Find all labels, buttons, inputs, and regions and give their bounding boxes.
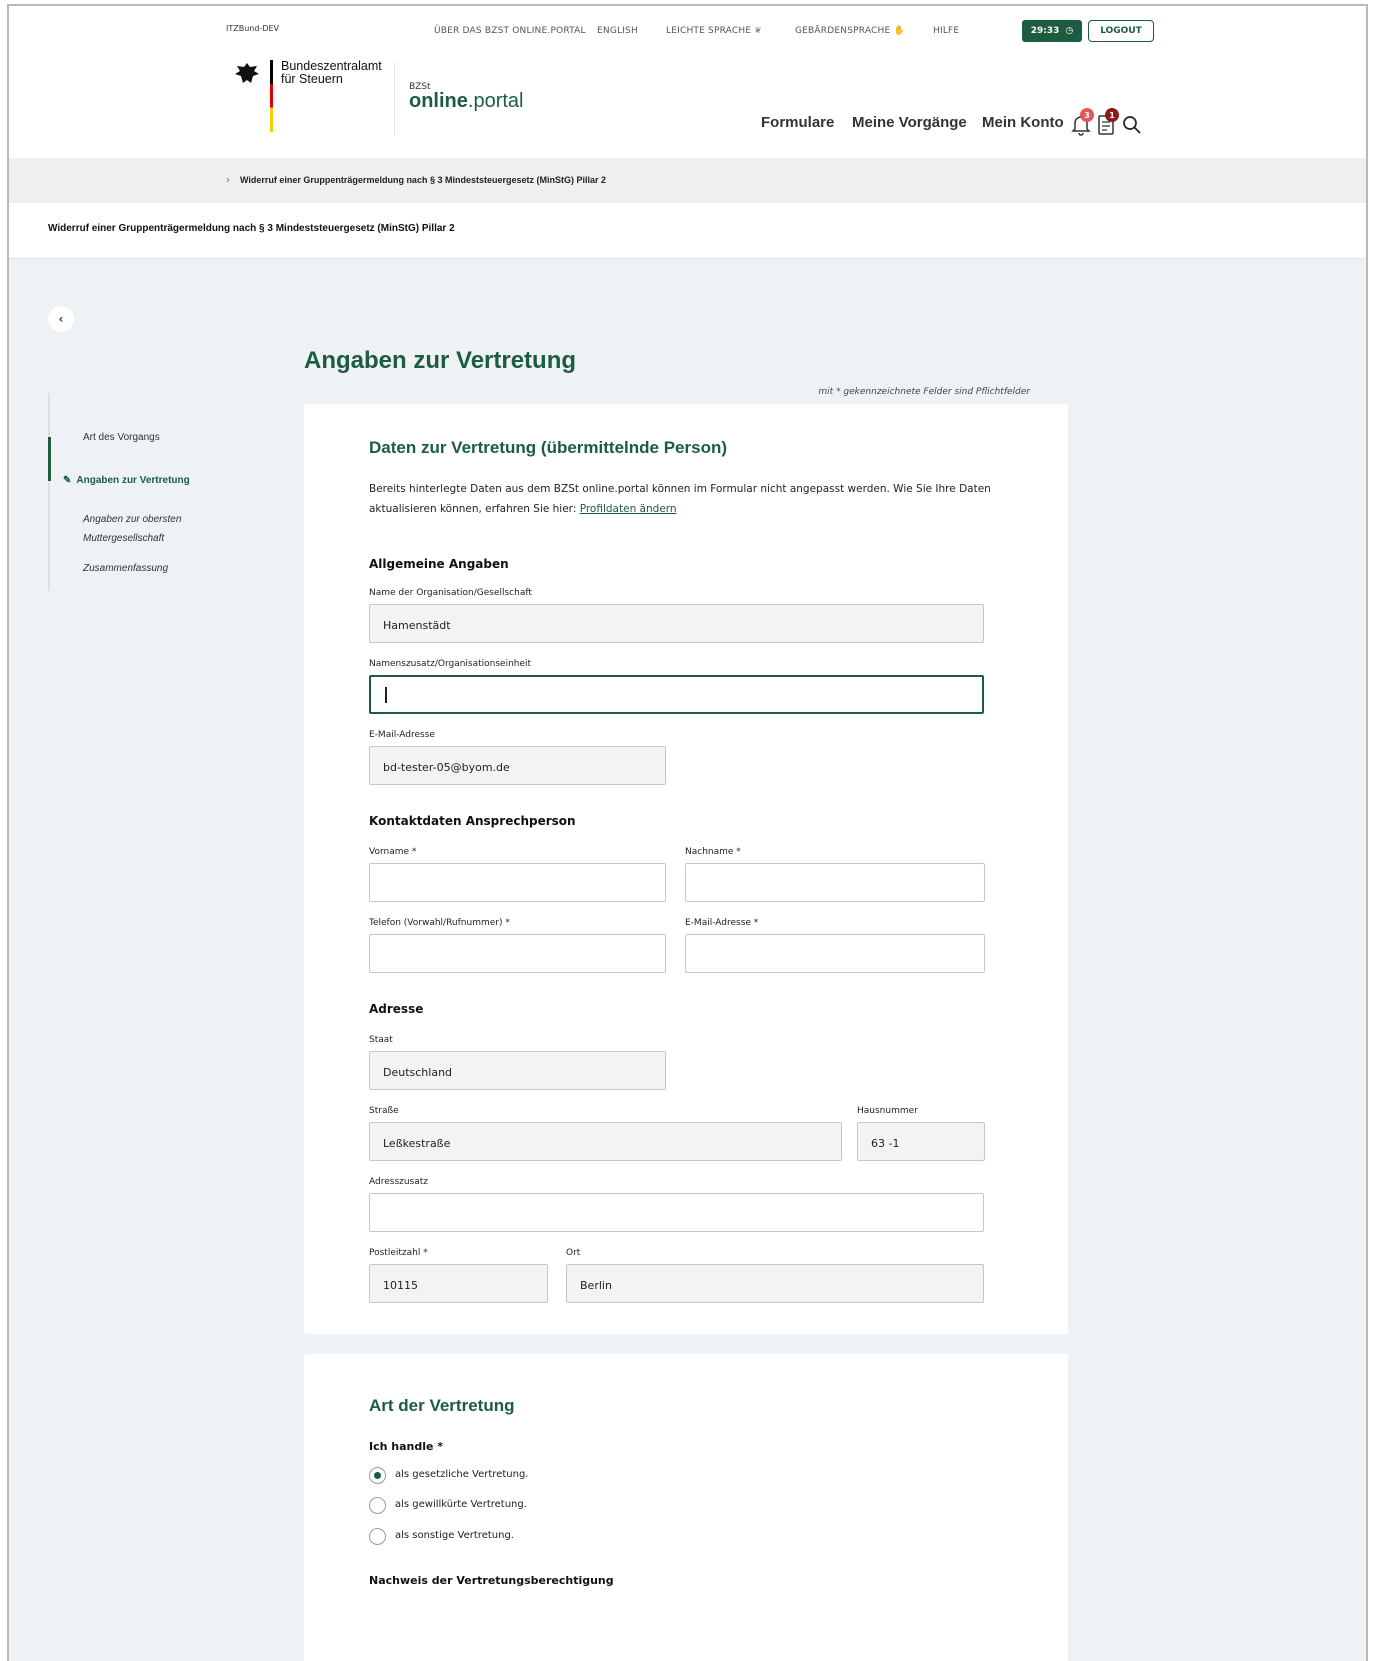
label-city: Ort (566, 1248, 581, 1258)
step-zusammenfassung[interactable]: Zusammenfassung (83, 563, 168, 574)
text-cursor (385, 687, 387, 703)
label-email: E-Mail-Adresse (369, 730, 435, 740)
breadcrumb: › Widerruf einer Gruppenträgermeldung na… (9, 158, 1366, 203)
last-name-input[interactable] (685, 863, 985, 902)
card-title-representation-type: Art der Vertretung (369, 1396, 515, 1415)
email-field[interactable]: bd-tester-05@byom.de (369, 746, 666, 785)
radio-other-representation[interactable] (369, 1528, 386, 1545)
sign-language-icon: ✋ (893, 26, 905, 36)
radio-legal-representation[interactable] (369, 1467, 386, 1484)
chevron-left-icon: ‹ (58, 312, 64, 326)
nav-meine-vorgaenge[interactable]: Meine Vorgänge (852, 114, 967, 131)
breadcrumb-item[interactable]: Widerruf einer Gruppenträgermeldung nach… (240, 175, 606, 185)
nav-formulare[interactable]: Formulare (761, 114, 834, 131)
notifications-button[interactable]: 3 (1071, 108, 1094, 136)
page-heading: Angaben zur Vertretung (304, 347, 577, 374)
session-timer-value: 29:33 (1030, 26, 1060, 36)
country-field[interactable]: Deutschland (369, 1051, 666, 1090)
info-text: Bereits hinterlegte Daten aus dem BZSt o… (369, 479, 1009, 519)
card-title-representative: Daten zur Vertretung (übermittelnde Pers… (369, 438, 727, 457)
option-voluntary-representation: als gewillkürte Vertretung. (395, 1499, 527, 1510)
step-oberste-muttergesellschaft[interactable]: Angaben zur obersten Muttergesellschaft (83, 510, 181, 548)
documents-badge: 1 (1105, 108, 1119, 122)
environment-label: ITZBund-DEV (226, 24, 280, 33)
label-last-name: Nachname * (685, 847, 741, 857)
form-title-bar: Widerruf einer Gruppenträgermeldung nach… (9, 203, 1366, 259)
question-ich-handle: Ich handle * (369, 1440, 444, 1453)
step-oberste-line1: Angaben zur obersten (83, 514, 182, 525)
step-angaben-zur-vertretung[interactable]: ✎ Angaben zur Vertretung (63, 475, 190, 486)
step-navigation: Art des Vorgangs ✎ Angaben zur Vertretung… (48, 393, 248, 591)
section-general: Allgemeine Angaben (369, 557, 509, 571)
top-utility-bar: ITZBund-DEV ÜBER DAS BZST ONLINE.PORTAL … (9, 20, 1366, 44)
site-header: ITZBund-DEV ÜBER DAS BZST ONLINE.PORTAL … (9, 6, 1366, 158)
logo-line-2: für Steuern (281, 72, 343, 86)
label-contact-email: E-Mail-Adresse * (685, 918, 759, 928)
sign-language-label: GEBÄRDENSPRACHE (795, 26, 891, 36)
label-house-number: Hausnummer (857, 1106, 918, 1116)
form-title: Widerruf einer Gruppenträgermeldung nach… (48, 223, 455, 234)
link-easy-language[interactable]: LEICHTE SPRACHE ❦ (666, 26, 762, 36)
card-representation-type: Art der Vertretung Ich handle * als gese… (304, 1354, 1068, 1661)
label-first-name: Vorname * (369, 847, 417, 857)
link-english[interactable]: ENGLISH (597, 26, 638, 36)
link-about-portal[interactable]: ÜBER DAS BZST ONLINE.PORTAL (434, 26, 586, 36)
chevron-right-icon: › (226, 175, 230, 186)
portal-logo-bold: online (409, 90, 468, 112)
section-address: Adresse (369, 1002, 424, 1016)
easy-language-label: LEICHTE SPRACHE (666, 26, 752, 36)
contact-email-input[interactable] (685, 934, 985, 973)
postal-code-field[interactable]: 10115 (369, 1264, 548, 1303)
search-button[interactable] (1122, 115, 1142, 135)
session-timer[interactable]: 29:33 ◷ (1022, 20, 1082, 42)
required-fields-note: mit * gekennzeichnete Felder sind Pflich… (818, 387, 1030, 397)
portal-logo-rest: .portal (467, 90, 524, 112)
label-postal-code: Postleitzahl * (369, 1248, 428, 1258)
label-phone: Telefon (Vorwahl/Rufnummer) * (369, 918, 510, 928)
first-name-input[interactable] (369, 863, 666, 902)
step-angaben-zur-vertretung-label: Angaben zur Vertretung (76, 475, 190, 486)
option-legal-representation: als gesetzliche Vertretung. (395, 1469, 529, 1480)
german-flag-stripe (270, 60, 273, 132)
notifications-badge: 3 (1080, 108, 1094, 122)
step-art-des-vorgangs[interactable]: Art des Vorgangs (83, 432, 160, 443)
label-organisation-unit: Namenszusatz/Organisationseinheit (369, 659, 532, 669)
link-help[interactable]: HILFE (933, 26, 959, 36)
link-sign-language[interactable]: GEBÄRDENSPRACHE ✋ (795, 26, 905, 36)
pencil-icon: ✎ (63, 475, 72, 486)
section-proof-of-authority: Nachweis der Vertretungsberechtigung (369, 1574, 614, 1587)
active-step-indicator (48, 437, 51, 481)
back-button[interactable]: ‹ (48, 306, 74, 332)
nav-mein-konto[interactable]: Mein Konto (982, 114, 1064, 131)
logout-button[interactable]: LOGOUT (1088, 20, 1154, 42)
portal-logo[interactable]: online.portal (409, 90, 523, 113)
federal-eagle-icon (234, 61, 260, 87)
label-address-extra: Adresszusatz (369, 1177, 429, 1187)
label-country: Staat (369, 1035, 393, 1045)
label-organisation: Name der Organisation/Gesellschaft (369, 588, 532, 598)
documents-button[interactable]: 1 (1097, 108, 1119, 136)
radio-voluntary-representation[interactable] (369, 1497, 386, 1514)
organisation-field[interactable]: Hamenstädt (369, 604, 984, 643)
bzst-logo-text[interactable]: Bundeszentralamt für Steuern (281, 60, 382, 86)
organisation-unit-input[interactable] (369, 675, 984, 714)
clock-icon: ◷ (1065, 26, 1074, 36)
house-number-field[interactable]: 63 -1 (857, 1122, 985, 1161)
easy-language-icon: ❦ (754, 26, 763, 36)
card-representative-data: Daten zur Vertretung (übermittelnde Pers… (304, 404, 1068, 1334)
label-street: Straße (369, 1106, 399, 1116)
logo-divider (394, 62, 395, 136)
step-oberste-line2: Muttergesellschaft (83, 533, 165, 544)
section-contact: Kontaktdaten Ansprechperson (369, 814, 576, 828)
street-field[interactable]: Leßkestraße (369, 1122, 842, 1161)
city-field[interactable]: Berlin (566, 1264, 984, 1303)
browser-frame: ITZBund-DEV ÜBER DAS BZST ONLINE.PORTAL … (7, 4, 1368, 1661)
info-line-2: aktualisieren können, erfahren Sie hier: (369, 503, 580, 515)
info-line-1: Bereits hinterlegte Daten aus dem BZSt o… (369, 483, 991, 495)
address-extra-input[interactable] (369, 1193, 984, 1232)
option-other-representation: als sonstige Vertretung. (395, 1530, 514, 1541)
phone-input[interactable] (369, 934, 666, 973)
profile-data-link[interactable]: Profildaten ändern (580, 503, 677, 515)
search-icon (1123, 116, 1141, 134)
